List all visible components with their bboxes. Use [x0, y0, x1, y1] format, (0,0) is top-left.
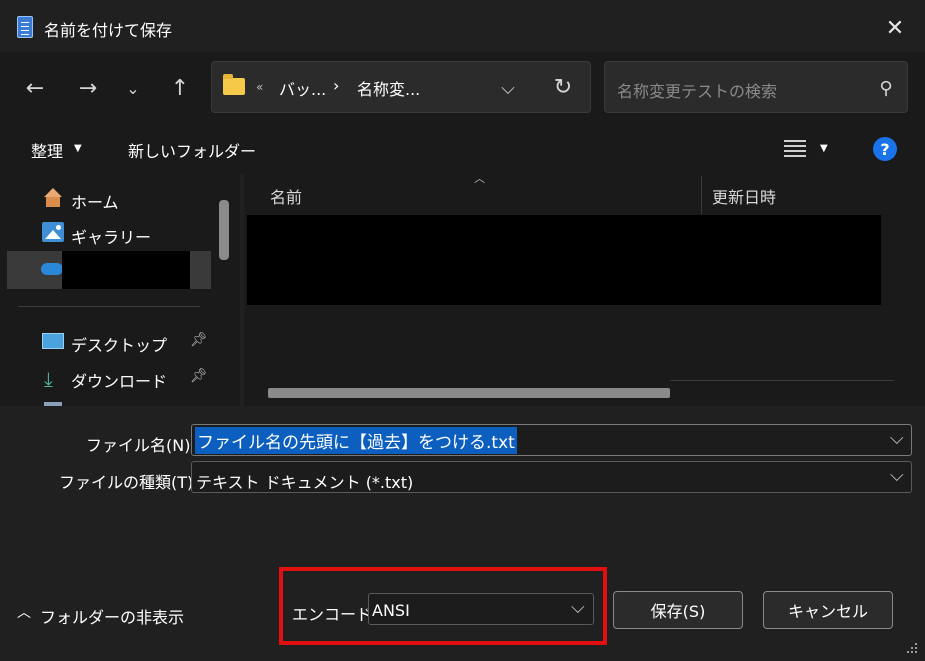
breadcrumb-item[interactable]: 名称変... [357, 76, 420, 100]
filename-value[interactable]: ファイル名の先頭に【過去】をつける.txt [195, 427, 517, 454]
save-button[interactable]: 保存(S) [613, 591, 743, 629]
back-arrow-icon[interactable]: ← [19, 72, 51, 104]
encoding-label: エンコード: [292, 605, 378, 624]
column-divider[interactable] [701, 176, 702, 214]
breadcrumb-item[interactable]: バッ... [279, 76, 326, 100]
chevron-up-icon[interactable]: ︿ [17, 602, 31, 622]
organize-button[interactable]: 整理 [31, 138, 63, 162]
window-title: 名前を付けて保存 [44, 21, 173, 40]
address-dropdown-chevron-icon[interactable]: ⌵ [492, 72, 524, 104]
redacted-file-rows [247, 215, 881, 305]
column-header-name[interactable]: 名前 [270, 184, 302, 208]
column-header-modified[interactable]: 更新日時 [712, 184, 776, 208]
gallery-icon [42, 222, 64, 242]
folder-icon [223, 74, 245, 95]
forward-arrow-icon[interactable]: → [72, 72, 104, 104]
view-list-icon[interactable] [784, 137, 806, 159]
filetype-value: テキスト ドキュメント (*.txt) [196, 473, 414, 492]
up-arrow-icon[interactable]: ↑ [164, 72, 196, 104]
home-icon [42, 188, 64, 208]
view-dropdown-icon[interactable]: ▼ [820, 143, 828, 154]
horizontal-scrollbar[interactable] [268, 388, 670, 398]
resize-grip-icon[interactable] [905, 641, 919, 655]
pin-icon[interactable]: 📌︎ [190, 332, 208, 348]
filename-dropdown-chevron-icon[interactable]: ⌵ [890, 428, 904, 449]
search-icon[interactable]: ⚲ [870, 72, 902, 104]
refresh-icon[interactable]: ↻ [547, 71, 579, 103]
filetype-label: ファイルの種類(T): [59, 473, 199, 492]
encoding-value: ANSI [372, 601, 410, 620]
pin-icon[interactable]: 📌︎ [190, 368, 208, 384]
new-folder-button[interactable]: 新しいフォルダー [128, 138, 256, 162]
redacted-account-name [62, 251, 190, 289]
sidebar-item-gallery[interactable]: ギャラリー [71, 224, 151, 248]
breadcrumb-separator-icon: › [333, 76, 340, 95]
desktop-icon [42, 333, 64, 349]
close-button[interactable]: ✕ [878, 12, 912, 44]
organize-dropdown-icon[interactable]: ▼ [74, 143, 82, 154]
onedrive-icon [41, 263, 63, 275]
help-icon[interactable]: ? [873, 137, 897, 161]
sidebar-item-home[interactable]: ホーム [71, 189, 119, 213]
search-placeholder: 名称変更テストの検索 [617, 82, 778, 101]
filetype-dropdown-chevron-icon[interactable]: ⌵ [890, 465, 904, 486]
sidebar-item-downloads[interactable]: ダウンロード [71, 368, 167, 392]
filename-label: ファイル名(N): [86, 436, 196, 455]
cancel-button[interactable]: キャンセル [763, 591, 893, 629]
recent-locations-chevron-icon[interactable]: ⌄ [117, 72, 149, 104]
breadcrumb-overflow[interactable]: « [256, 80, 263, 94]
notepad-icon [17, 16, 33, 38]
navigation-scrollbar[interactable] [219, 200, 229, 260]
download-icon: ⤓ [44, 367, 53, 391]
encoding-dropdown-chevron-icon[interactable]: ⌵ [571, 597, 585, 618]
sidebar-item-desktop[interactable]: デスクトップ [71, 332, 167, 356]
divider [670, 380, 894, 381]
divider [18, 306, 200, 307]
sort-ascending-icon: ︿ [474, 172, 485, 185]
hide-folders-button[interactable]: フォルダーの非表示 [40, 604, 184, 628]
